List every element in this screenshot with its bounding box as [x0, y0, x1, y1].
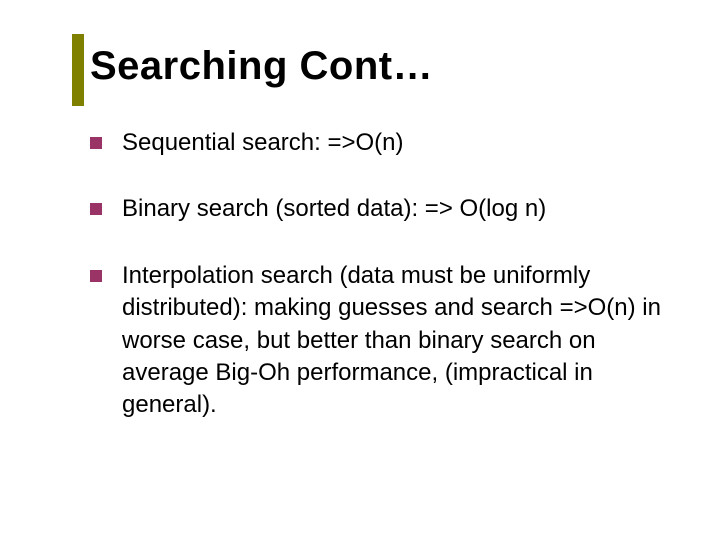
list-item: Binary search (sorted data): => O(log n)	[90, 193, 684, 225]
bullet-text: Interpolation search (data must be unifo…	[122, 260, 684, 422]
bullet-square-icon	[90, 203, 102, 215]
slide: Searching Cont… Sequential search: =>O(n…	[0, 0, 720, 540]
title-accent-bar	[72, 34, 84, 106]
slide-body: Sequential search: =>O(n) Binary search …	[90, 127, 684, 422]
bullet-text: Sequential search: =>O(n)	[122, 127, 404, 159]
bullet-square-icon	[90, 270, 102, 282]
list-item: Sequential search: =>O(n)	[90, 127, 684, 159]
slide-title: Searching Cont…	[90, 44, 684, 89]
list-item: Interpolation search (data must be unifo…	[90, 260, 684, 422]
bullet-text: Binary search (sorted data): => O(log n)	[122, 193, 546, 225]
title-block: Searching Cont…	[90, 44, 684, 89]
bullet-square-icon	[90, 137, 102, 149]
